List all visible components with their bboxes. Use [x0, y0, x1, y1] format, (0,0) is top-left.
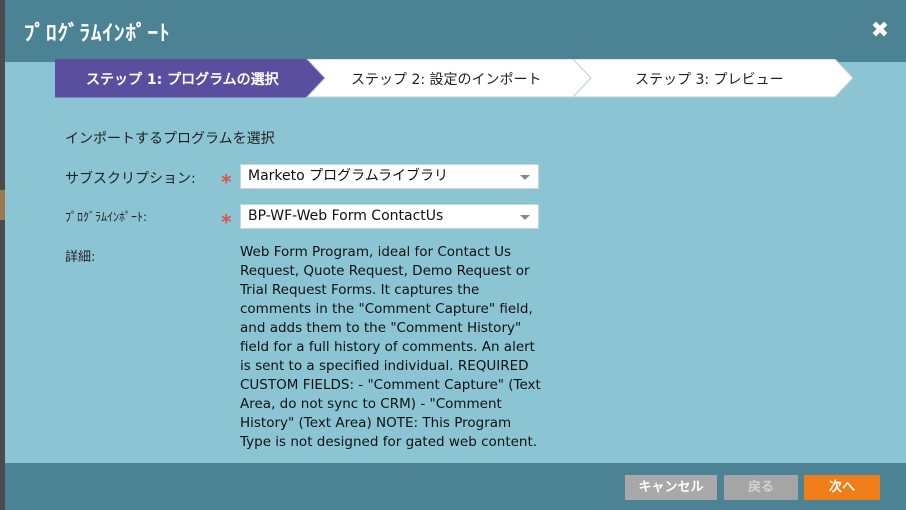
subscription-select-value: Marketo プログラムライブラリ [248, 168, 449, 184]
details-label: 詳細: [65, 250, 96, 265]
step-1-label: ステップ 1: プログラムの選択 [86, 72, 279, 88]
wizard-steps: ステップ 1: プログラムの選択 ステップ 2: 設定のインポート ステップ 3… [55, 59, 855, 98]
program-import-dialog: ﾌﾟﾛｸﾞﾗﾑｲﾝﾎﾟｰﾄ ✖ ステップ 1: プログラムの選択 ステップ 2:… [5, 0, 906, 510]
subscription-select[interactable]: Marketo プログラムライブラリ [240, 164, 539, 189]
step-3-label: ステップ 3: プレビュー [635, 72, 784, 88]
back-button[interactable]: 戻る [724, 475, 798, 500]
program-select[interactable]: BP-WF-Web Form ContactUs [240, 204, 539, 229]
cancel-button[interactable]: キャンセル [625, 475, 717, 500]
program-label: ﾌﾟﾛｸﾞﾗﾑｲﾝﾎﾟｰﾄ: [65, 210, 148, 224]
required-marker-program: * [221, 210, 232, 234]
required-marker-subscription: * [221, 170, 232, 194]
section-title: インポートするプログラムを選択 [65, 131, 275, 147]
step-2-label: ステップ 2: 設定のインポート [351, 72, 542, 88]
program-select-value: BP-WF-Web Form ContactUs [248, 208, 444, 224]
next-button[interactable]: 次へ [804, 475, 880, 500]
subscription-label: サブスクリプション: [65, 171, 196, 187]
dialog-footer: キャンセル 戻る 次へ [5, 463, 906, 510]
chevron-down-icon [520, 175, 530, 180]
dialog-title: ﾌﾟﾛｸﾞﾗﾑｲﾝﾎﾟｰﾄ [24, 21, 171, 45]
dialog-titlebar: ﾌﾟﾛｸﾞﾗﾑｲﾝﾎﾟｰﾄ ✖ [5, 0, 906, 62]
program-details-text: Web Form Program, ideal for Contact Us R… [240, 244, 541, 450]
chevron-down-icon [520, 215, 530, 220]
close-icon[interactable]: ✖ [869, 20, 891, 42]
